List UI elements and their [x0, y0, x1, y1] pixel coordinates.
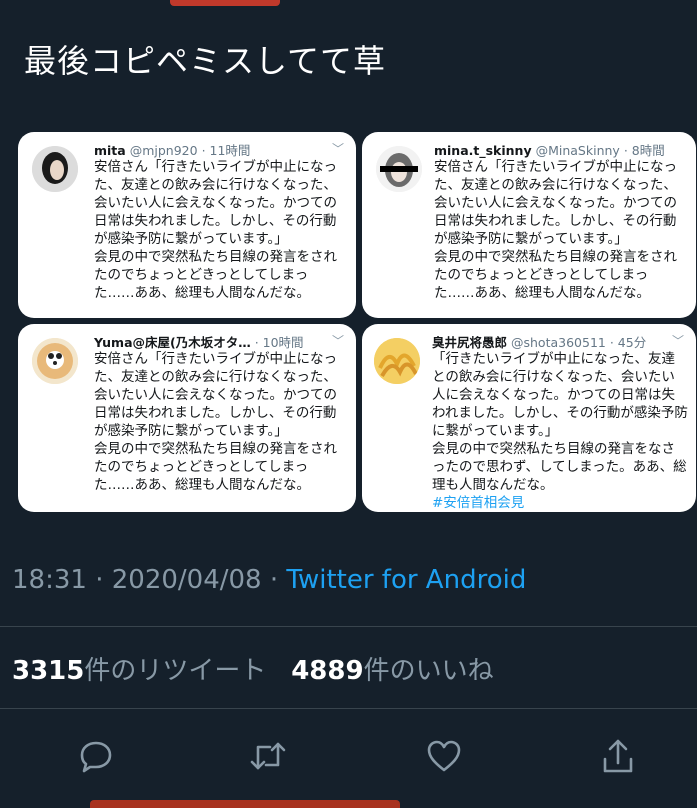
retweet-icon [250, 742, 286, 770]
share-button[interactable] [592, 730, 644, 782]
card-timestamp: · 45分 [609, 335, 647, 350]
tweet-meta: 18:31 · 2020/04/08 · Twitter for Android [12, 565, 526, 595]
embedded-tweet-card: mina.t_skinny @MinaSkinny · 8時間 安倍さん「行きた… [362, 132, 696, 318]
tweet-text: 最後コピペミスしてて草 [24, 42, 387, 80]
meta-separator: · [269, 565, 279, 595]
like-icon [427, 740, 461, 772]
retweet-count-label: 件のリツイート [84, 656, 267, 686]
card-author-handle: @MinaSkinny [535, 143, 620, 158]
retweet-count-link[interactable]: 3315件のリツイート [12, 656, 266, 686]
card-text: 安倍さん「行きたいライブが中止になった、友達との飲み会に行けなくなった、会いたい… [94, 159, 337, 301]
embedded-tweet-card: mita @mjpn920 · 11時間 ﹀ 安倍さん「行きたいライブが中止にな… [18, 132, 356, 318]
like-count: 4889 [291, 656, 364, 686]
card-author-name: Yuma@床屋(乃木坂オタ… [94, 335, 251, 350]
tweet-time: 18:31 [12, 565, 87, 595]
reply-icon [80, 741, 112, 773]
card-author-name: mita [94, 143, 126, 158]
tweet-client-link[interactable]: Twitter for Android [286, 565, 526, 595]
card-timestamp: · 11時間 [201, 143, 251, 158]
like-count-link[interactable]: 4889件のいいね [291, 656, 493, 686]
card-author-handle: @mjpn920 [129, 143, 198, 158]
embedded-tweet-card: 臭井尻将愚郎 @shota360511 · 45分 ﹀ 「行きたいライブが中止に… [362, 324, 696, 512]
embedded-tweet-card: Yuma@床屋(乃木坂オタ… · 10時間 ﹀ 安倍さん「行きたいライブが中止に… [18, 324, 356, 512]
avatar [374, 338, 420, 384]
card-author-name: mina.t_skinny [434, 143, 532, 158]
card-author-handle: @shota360511 [511, 335, 606, 350]
tweet-date: 2020/04/08 [111, 565, 262, 595]
tweet-actions [0, 730, 697, 782]
reply-button[interactable] [70, 730, 122, 782]
like-button[interactable] [418, 730, 470, 782]
chevron-down-icon: ﹀ [331, 334, 344, 348]
retweet-button[interactable] [242, 730, 294, 782]
meta-separator: · [95, 565, 104, 595]
divider [0, 708, 697, 709]
avatar [32, 338, 78, 384]
divider [0, 626, 697, 627]
card-text: 安倍さん「行きたいライブが中止になった、友達との飲み会に行けなくなった、会いたい… [434, 159, 677, 301]
share-icon [603, 739, 633, 773]
card-author-name: 臭井尻将愚郎 [432, 335, 508, 350]
chevron-down-icon: ﹀ [331, 142, 344, 156]
like-count-label: 件のいいね [363, 656, 494, 686]
avatar [32, 146, 78, 192]
retweet-count: 3315 [12, 656, 85, 686]
chevron-down-icon: ﹀ [671, 334, 684, 348]
card-hashtag: #安倍首相会見 [432, 495, 525, 511]
bottom-edge-bar [90, 800, 400, 808]
tweet-stats: 3315件のリツイート 4889件のいいね [12, 650, 494, 687]
card-timestamp: · 8時間 [623, 143, 665, 158]
card-text: 安倍さん「行きたいライブが中止になった、友達との飲み会に行けなくなった、会いたい… [94, 351, 337, 493]
top-edge-bar [170, 0, 280, 6]
card-timestamp: · 10時間 [254, 335, 304, 350]
attached-image-grid[interactable]: mita @mjpn920 · 11時間 ﹀ 安倍さん「行きたいライブが中止にな… [14, 128, 696, 516]
card-text: 「行きたいライブが中止になった、友達との飲み会に行けなくなった、会いたい人に会え… [432, 351, 688, 493]
avatar [376, 146, 422, 192]
